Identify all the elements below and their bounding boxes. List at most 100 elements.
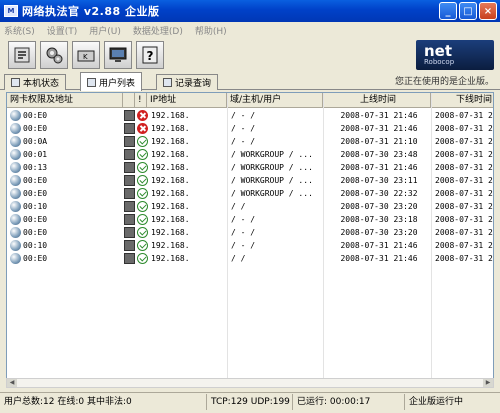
gears-button[interactable] (40, 41, 68, 69)
app-icon: M (4, 5, 18, 17)
mac-address: 00:10 (23, 202, 48, 211)
menu-data[interactable]: 数据处理(D) (133, 24, 183, 37)
col-host[interactable]: 域/主机/用户 (227, 93, 323, 108)
device-icon (124, 227, 135, 238)
offline-time: 2008-07-31 21:4 (435, 137, 493, 146)
device-icon (124, 201, 135, 212)
tab-local-status[interactable]: 本机状态 (4, 74, 67, 90)
table-row[interactable]: 00:E0 192.168. / - / 2008-07-30 23:18 2008-0… (7, 213, 493, 226)
users-icon (87, 77, 96, 87)
ip-address: 192.168. (151, 202, 190, 211)
mac-address: 00:E0 (23, 124, 48, 133)
col-device[interactable] (123, 93, 135, 108)
svg-text:K: K (83, 53, 88, 61)
tab-record-query[interactable]: 记录查询 (156, 74, 219, 90)
col-online-time[interactable]: 上线时间 (323, 93, 431, 108)
online-time: 2008-07-31 21:46 (340, 124, 418, 133)
device-icon (124, 149, 135, 160)
nic-icon (10, 110, 21, 121)
host-info: / - / (231, 124, 256, 133)
monitor-button[interactable] (104, 41, 132, 69)
online-time: 2008-07-30 23:18 (340, 215, 418, 224)
runtime: 已运行: 00:00:17 (292, 394, 370, 410)
window-title: 网络执法官 v2.88 企业版 (22, 5, 160, 18)
mac-address: 00:E0 (23, 228, 48, 237)
offline-time: 2008-07-31 21:4 (435, 254, 493, 263)
ip-address: 192.168. (151, 254, 190, 263)
host-info: / / (231, 202, 246, 211)
menu-help[interactable]: 帮助(H) (195, 24, 227, 37)
host-info: / - / (231, 137, 256, 146)
keyboard-icon: K (77, 50, 95, 62)
host-info: / WORKGROUP / ... (231, 163, 313, 172)
close-button[interactable]: × (479, 2, 497, 20)
col-offline-time[interactable]: 下线时间 (431, 93, 493, 108)
offline-time: 2008-07-31 21:4 (435, 163, 493, 172)
table-row[interactable]: 00:E0 192.168. / WORKGROUP / ... 2008-07-30… (7, 174, 493, 187)
nic-icon (10, 214, 21, 225)
scroll-left-icon[interactable]: ◀ (7, 379, 17, 387)
online-time: 2008-07-31 21:46 (340, 111, 418, 120)
menu-bar: 系统(S) 设置(T) 用户(U) 数据处理(D) 帮助(H) (0, 22, 500, 38)
title-bar: M 网络执法官 v2.88 企业版 _ □ × (0, 0, 500, 22)
status-ok-icon (137, 240, 148, 251)
ip-address: 192.168. (151, 111, 190, 120)
mac-address: 00:0A (23, 137, 48, 146)
scroll-right-icon[interactable]: ▶ (483, 379, 493, 387)
mac-address: 00:E0 (23, 215, 48, 224)
menu-settings[interactable]: 设置(T) (47, 24, 78, 37)
status-ok-icon (137, 214, 148, 225)
netrobocop-logo: net Robocop (416, 40, 494, 70)
gears-icon (46, 47, 63, 64)
nic-icon (10, 149, 21, 160)
mac-address: 00:01 (23, 150, 48, 159)
status-blocked-icon (137, 123, 148, 134)
table-row[interactable]: 00:E0 192.168. / WORKGROUP / ... 2008-07-30… (7, 187, 493, 200)
horizontal-scrollbar[interactable]: ◀ ▶ (6, 378, 494, 388)
record-icon (163, 78, 172, 87)
table-row[interactable]: 00:E0 192.168. / - / 2008-07-30 23:20 2008-0… (7, 226, 493, 239)
help-button[interactable]: ? (136, 41, 164, 69)
table-row[interactable]: 00:10 192.168. / / 2008-07-30 23:20 2008-07-… (7, 200, 493, 213)
device-icon (124, 123, 135, 134)
device-icon (124, 240, 135, 251)
tab-user-list[interactable]: 用户列表 (80, 72, 143, 91)
table-row[interactable]: 00:E0 192.168. / - / 2008-07-31 21:46 2008-0… (7, 109, 493, 122)
online-time: 2008-07-30 23:20 (340, 202, 418, 211)
mac-address: 00:13 (23, 163, 48, 172)
maximize-button[interactable]: □ (459, 2, 477, 20)
table-row[interactable]: 00:01 192.168. / WORKGROUP / ... 2008-07-30… (7, 148, 493, 161)
host-info: / - / (231, 215, 256, 224)
table-row[interactable]: 00:13 192.168. / WORKGROUP / ... 2008-07-31… (7, 161, 493, 174)
col-status[interactable]: ! (135, 93, 147, 108)
menu-system[interactable]: 系统(S) (4, 24, 35, 37)
table-row[interactable]: 00:E0 192.168. / - / 2008-07-31 21:46 2008-0… (7, 122, 493, 135)
host-info: / WORKGROUP / ... (231, 189, 313, 198)
svg-text:?: ? (147, 49, 154, 63)
settings-button[interactable] (8, 41, 36, 69)
status-ok-icon (137, 188, 148, 199)
mac-address: 00:E0 (23, 111, 48, 120)
online-time: 2008-07-31 21:46 (340, 163, 418, 172)
table-row[interactable]: 00:0A 192.168. / - / 2008-07-31 21:10 2008-0… (7, 135, 493, 148)
device-icon (124, 253, 135, 264)
device-icon (124, 175, 135, 186)
nic-icon (10, 188, 21, 199)
mac-address: 00:E0 (23, 176, 48, 185)
ip-address: 192.168. (151, 163, 190, 172)
offline-time: 2008-07-31 21:4 (435, 176, 493, 185)
online-time: 2008-07-31 21:46 (340, 254, 418, 263)
status-ok-icon (137, 253, 148, 264)
minimize-button[interactable]: _ (439, 2, 457, 20)
table-row[interactable]: 00:E0 192.168. / / 2008-07-31 21:46 2008-07-… (7, 252, 493, 265)
nic-icon (10, 123, 21, 134)
status-ok-icon (137, 136, 148, 147)
nic-icon (10, 201, 21, 212)
ip-address: 192.168. (151, 150, 190, 159)
col-ip[interactable]: IP地址 (147, 93, 227, 108)
menu-users[interactable]: 用户(U) (89, 24, 121, 37)
keyboard-button[interactable]: K (72, 41, 100, 69)
col-mac[interactable]: 网卡权限及地址 (7, 93, 123, 108)
offline-time: 2008-07-31 21:4 (435, 215, 493, 224)
table-row[interactable]: 00:10 192.168. / - / 2008-07-31 21:46 2008-0… (7, 239, 493, 252)
